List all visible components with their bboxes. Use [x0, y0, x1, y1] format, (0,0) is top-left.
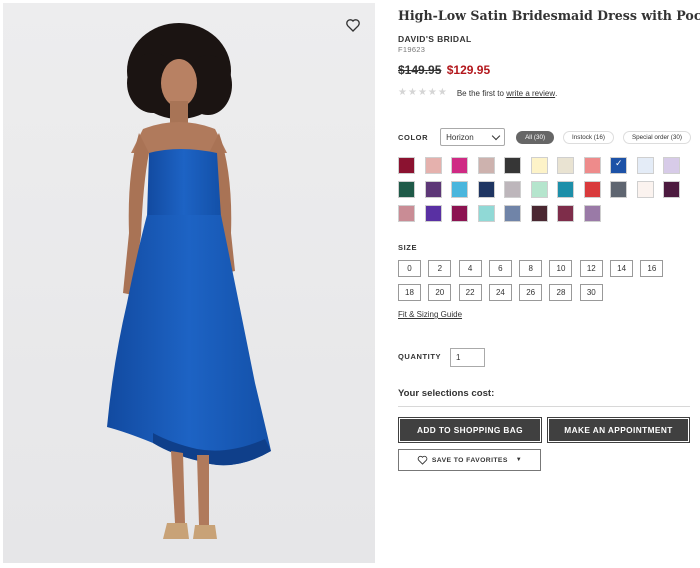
color-swatch[interactable]	[530, 181, 548, 198]
product-sku: F19623	[398, 45, 426, 54]
size-option[interactable]: 10	[549, 260, 573, 277]
color-swatch[interactable]	[557, 181, 574, 198]
model-photo	[107, 23, 271, 539]
color-swatch[interactable]	[530, 205, 548, 222]
product-title: High-Low Satin Bridesmaid Dress with Poc…	[398, 8, 700, 23]
color-selected-value: Horizon	[446, 132, 474, 142]
rating-row: ★ ★ ★ ★ ★ Be the first to write a review…	[398, 88, 557, 98]
size-option[interactable]: 20	[428, 284, 452, 301]
filter-instock[interactable]: Instock (16)	[563, 130, 614, 144]
star-rating: ★ ★ ★ ★ ★	[398, 88, 447, 98]
star-icon: ★	[398, 87, 407, 98]
color-swatch[interactable]	[424, 181, 442, 198]
color-swatch[interactable]	[451, 157, 468, 174]
rating-suffix: .	[555, 88, 558, 98]
quantity-input[interactable]	[450, 348, 485, 367]
color-swatch[interactable]	[557, 157, 574, 174]
star-icon: ★	[417, 87, 427, 98]
color-swatch[interactable]	[398, 157, 415, 174]
original-price: $149.95	[398, 63, 442, 77]
size-option[interactable]: 0	[398, 260, 421, 277]
divider	[398, 406, 690, 407]
add-to-bag-button[interactable]: ADD TO SHOPPING BAG	[398, 417, 542, 443]
color-swatch[interactable]	[504, 157, 521, 174]
size-option[interactable]: 14	[610, 260, 634, 277]
size-option[interactable]: 8	[519, 260, 543, 277]
color-swatch[interactable]	[504, 205, 521, 222]
color-swatch[interactable]	[451, 181, 468, 198]
size-options: 0 2 4 6 8 10 12 14 16 18 20 22 24 26 28 30	[398, 260, 664, 301]
color-swatch[interactable]	[663, 157, 680, 174]
color-swatch[interactable]	[636, 157, 654, 174]
size-option[interactable]: 18	[398, 284, 421, 301]
brand-name: DAVID'S BRIDAL	[398, 34, 472, 44]
size-label: SIZE	[398, 243, 418, 252]
color-swatch[interactable]	[583, 157, 601, 174]
color-swatch[interactable]	[504, 181, 521, 198]
quantity-label: QUANTITY	[398, 352, 442, 361]
color-swatch[interactable]	[530, 157, 548, 174]
color-dropdown[interactable]: Horizon	[440, 128, 506, 146]
color-swatch[interactable]	[583, 205, 601, 222]
size-option[interactable]: 30	[579, 284, 603, 301]
make-appointment-button[interactable]: MAKE AN APPOINTMENT	[547, 417, 690, 443]
color-swatch[interactable]	[477, 205, 495, 222]
color-swatch[interactable]	[557, 205, 574, 222]
product-image	[3, 3, 375, 563]
color-swatch[interactable]	[583, 181, 601, 198]
size-option[interactable]: 6	[488, 260, 512, 277]
size-option[interactable]: 12	[579, 260, 603, 277]
color-row: COLOR Horizon All (30) Instock (16) Spec…	[398, 127, 692, 147]
color-swatch[interactable]	[398, 205, 415, 222]
sale-price: $129.95	[446, 63, 491, 77]
star-icon: ★	[407, 87, 417, 98]
size-option[interactable]: 22	[458, 284, 482, 301]
write-review-link[interactable]: write a review	[506, 89, 555, 98]
size-option[interactable]: 28	[549, 284, 573, 301]
color-swatch[interactable]	[636, 181, 654, 198]
size-option[interactable]: 2	[428, 260, 452, 277]
heart-outline-icon	[417, 455, 428, 465]
selections-cost-label: Your selections cost:	[398, 388, 495, 399]
color-swatch[interactable]	[424, 205, 442, 222]
size-option[interactable]: 4	[458, 260, 482, 277]
color-swatch[interactable]	[424, 157, 442, 174]
color-swatch[interactable]	[610, 157, 627, 174]
size-option[interactable]: 16	[640, 260, 664, 277]
color-swatch[interactable]	[477, 157, 495, 174]
price-row: $149.95 $129.95	[398, 63, 490, 77]
star-icon: ★	[427, 87, 437, 98]
heart-outline-icon[interactable]	[345, 17, 361, 33]
color-swatch[interactable]	[451, 205, 468, 222]
filter-special-order[interactable]: Special order (30)	[622, 130, 692, 144]
caret-down-icon: ▼	[515, 457, 523, 463]
size-option[interactable]: 24	[488, 284, 512, 301]
color-swatch[interactable]	[398, 181, 415, 198]
color-swatches	[398, 157, 680, 222]
rating-prompt: Be the first to	[456, 88, 504, 98]
fit-sizing-guide-link[interactable]: Fit & Sizing Guide	[398, 310, 462, 319]
save-to-favorites-label: SAVE TO FAVORITES	[431, 456, 508, 464]
filter-all[interactable]: All (30)	[516, 130, 555, 144]
size-option[interactable]: 26	[519, 284, 543, 301]
color-swatch[interactable]	[610, 181, 627, 198]
chevron-down-icon	[491, 131, 501, 140]
color-swatch[interactable]	[477, 181, 495, 198]
star-icon: ★	[437, 87, 447, 98]
color-label: COLOR	[398, 132, 429, 142]
color-swatch[interactable]	[663, 181, 680, 198]
save-to-favorites-button[interactable]: SAVE TO FAVORITES ▼	[398, 449, 541, 471]
